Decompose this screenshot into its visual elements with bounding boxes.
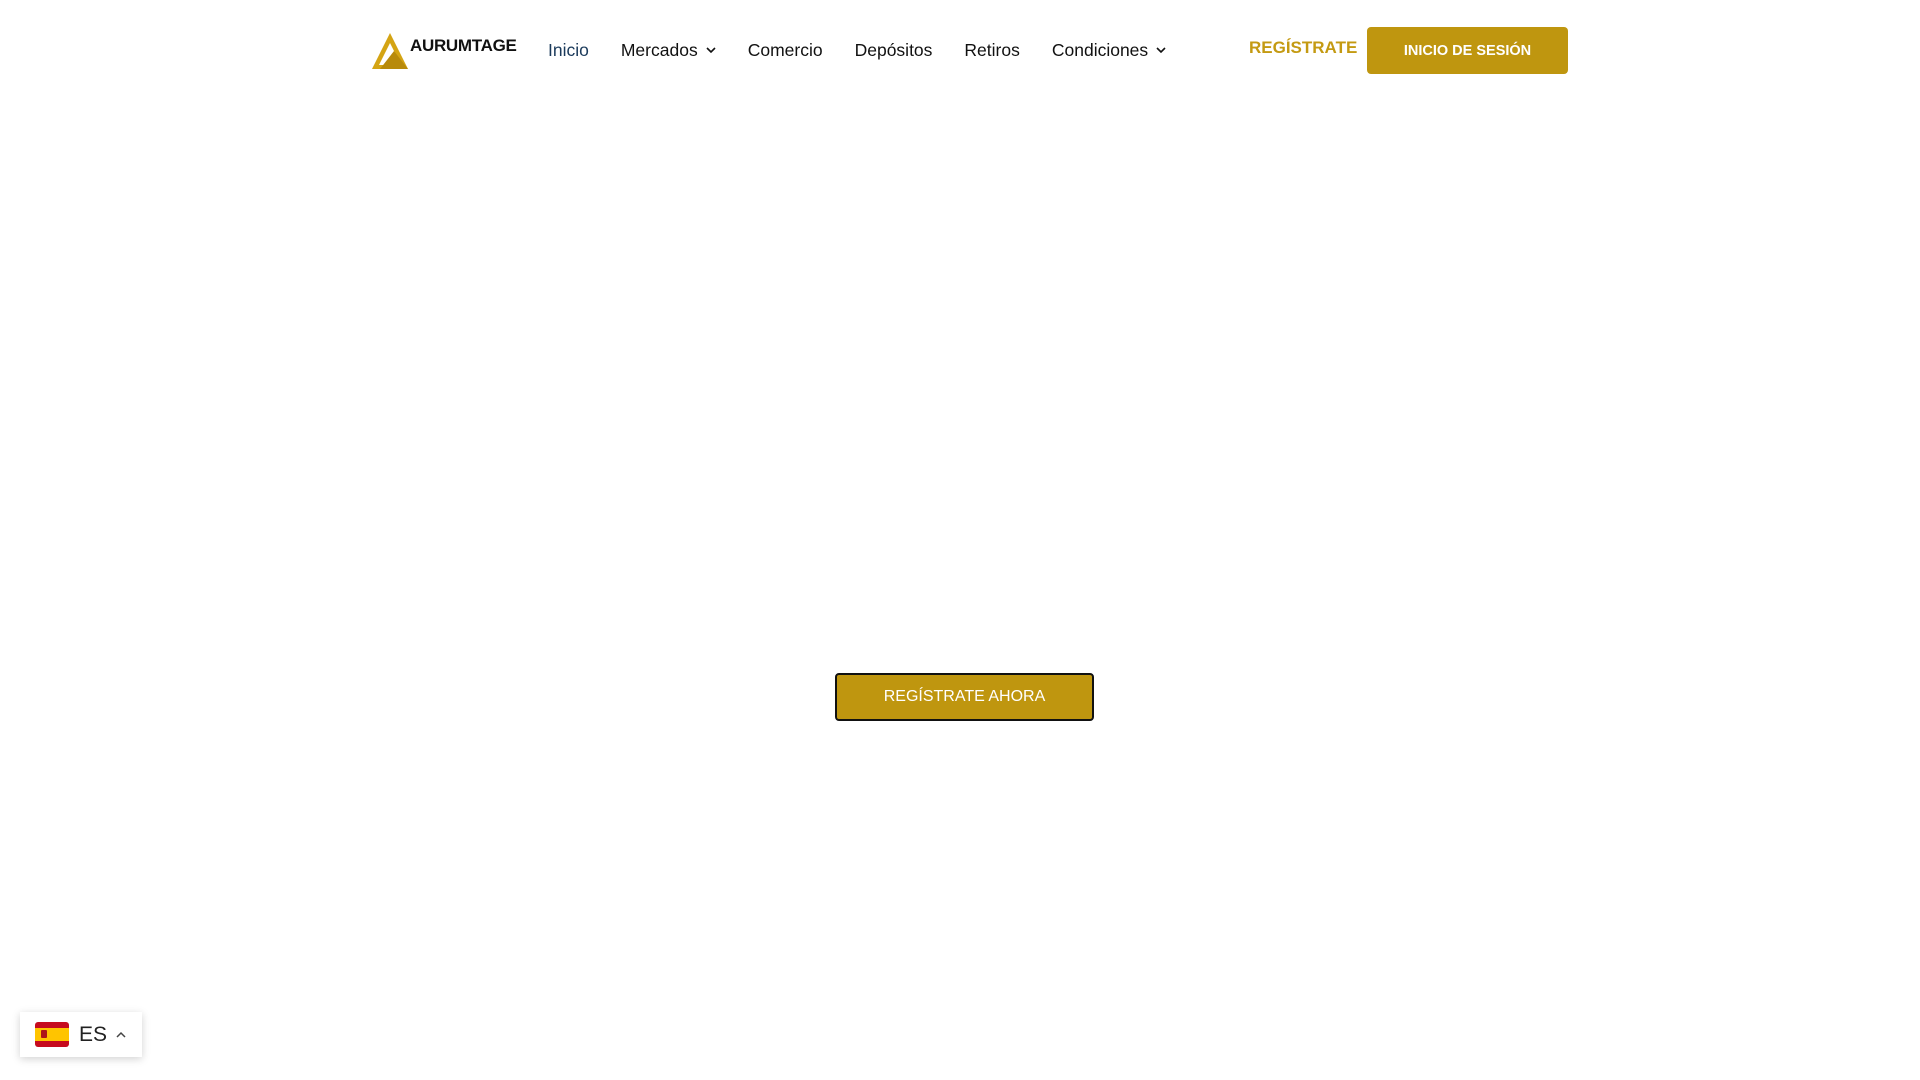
triangle-logo-icon: [372, 33, 408, 69]
nav-item-label: Mercados: [620, 39, 698, 60]
nav-item-comercio[interactable]: Comercio: [748, 40, 823, 61]
chevron-down-icon: [1156, 47, 1166, 54]
nav-item-retiros[interactable]: Retiros: [964, 40, 1019, 61]
signup-link[interactable]: REGÍSTRATE: [1249, 38, 1357, 58]
nav-item-mercados[interactable]: Mercados: [621, 40, 716, 61]
spain-flag-icon: [35, 1022, 69, 1047]
nav-item-inicio[interactable]: Inicio: [548, 40, 589, 61]
site-header: AURUMTAGE Inicio Mercados Comercio Depós…: [0, 0, 1920, 100]
chevron-down-icon: [706, 47, 716, 54]
main-nav: Inicio Mercados Comercio Depósitos Retir…: [548, 38, 1198, 62]
register-now-button[interactable]: REGÍSTRATE AHORA: [835, 673, 1094, 721]
nav-item-depositos[interactable]: Depósitos: [855, 40, 933, 61]
language-code: ES: [79, 1022, 108, 1046]
language-switcher[interactable]: ES: [20, 1012, 142, 1057]
nav-item-label: Condiciones: [1051, 39, 1149, 60]
brand-logo[interactable]: AURUMTAGE: [368, 29, 517, 73]
nav-item-condiciones[interactable]: Condiciones: [1052, 40, 1166, 61]
brand-name: AURUMTAGE: [410, 36, 517, 55]
nav-item-label: Inicio: [548, 39, 589, 60]
login-button[interactable]: INICIO DE SESIÓN: [1367, 27, 1568, 74]
nav-item-label: Depósitos: [854, 39, 933, 60]
nav-item-label: Retiros: [964, 39, 1020, 60]
nav-item-label: Comercio: [747, 39, 823, 60]
chevron-up-icon: [116, 1031, 126, 1038]
